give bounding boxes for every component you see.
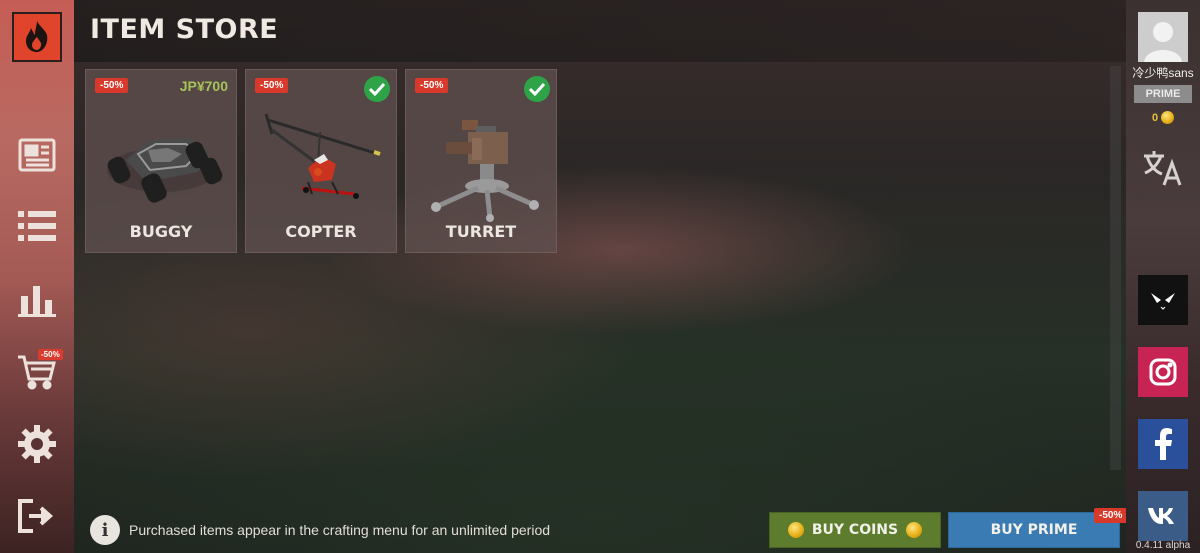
store-item-turret[interactable]: -50% TURRET [405, 69, 557, 253]
item-name: COPTER [285, 222, 357, 241]
exit-icon[interactable] [15, 494, 59, 538]
info-text: Purchased items appear in the crafting m… [129, 522, 551, 538]
left-sidebar: -50% [0, 0, 74, 553]
store-item-copter[interactable]: -50% COPTER [245, 69, 397, 253]
instagram-icon[interactable] [1138, 347, 1188, 397]
info-icon: i [90, 515, 120, 545]
facebook-icon[interactable] [1138, 419, 1188, 469]
owned-check-icon [524, 76, 550, 102]
username: 冷少鸭sans [1132, 66, 1194, 80]
buy-prime-label: BUY PRIME [990, 522, 1078, 538]
flame-logo-icon[interactable] [12, 12, 62, 62]
right-sidebar: 冷少鸭sans PRIME 0 0.4.11 alpha [1126, 0, 1200, 553]
version-label: 0.4.11 alpha [1135, 540, 1191, 551]
item-name: TURRET [445, 222, 517, 241]
coin-balance: 0 [1126, 111, 1200, 124]
gear-icon[interactable] [15, 422, 59, 466]
coin-icon [1161, 111, 1175, 124]
copter-image [258, 102, 386, 222]
item-name: BUGGY [129, 222, 193, 241]
discount-badge: -50% [415, 78, 449, 93]
prime-discount-badge: -50% [1094, 508, 1128, 523]
avatar[interactable] [1138, 12, 1188, 62]
discount-badge: -50% [95, 78, 129, 93]
buy-coins-label: BUY COINS [811, 522, 899, 538]
item-price: JP¥700 [179, 78, 228, 94]
news-icon[interactable] [15, 133, 59, 177]
buggy-image [98, 102, 226, 222]
coin-icon [906, 522, 923, 538]
language-icon[interactable] [1142, 148, 1184, 188]
vk-icon[interactable] [1138, 491, 1188, 541]
coin-count: 0 [1151, 111, 1159, 124]
discount-badge: -50% [255, 78, 289, 93]
prime-status-badge: PRIME [1134, 85, 1192, 103]
alien-icon[interactable] [1138, 275, 1188, 325]
coin-icon [787, 522, 804, 538]
page-title: ITEM STORE [90, 14, 279, 45]
stats-icon[interactable] [15, 278, 59, 322]
turret-image [418, 102, 546, 222]
scrollbar[interactable] [1110, 66, 1121, 470]
buy-coins-button[interactable]: BUY COINS [769, 512, 941, 548]
owned-check-icon [364, 76, 390, 102]
list-icon[interactable] [15, 204, 59, 248]
cart-discount-badge: -50% [38, 349, 63, 360]
store-item-buggy[interactable]: -50% JP¥700 BUGGY [85, 69, 237, 253]
header-bar: ITEM STORE [74, 0, 1126, 62]
